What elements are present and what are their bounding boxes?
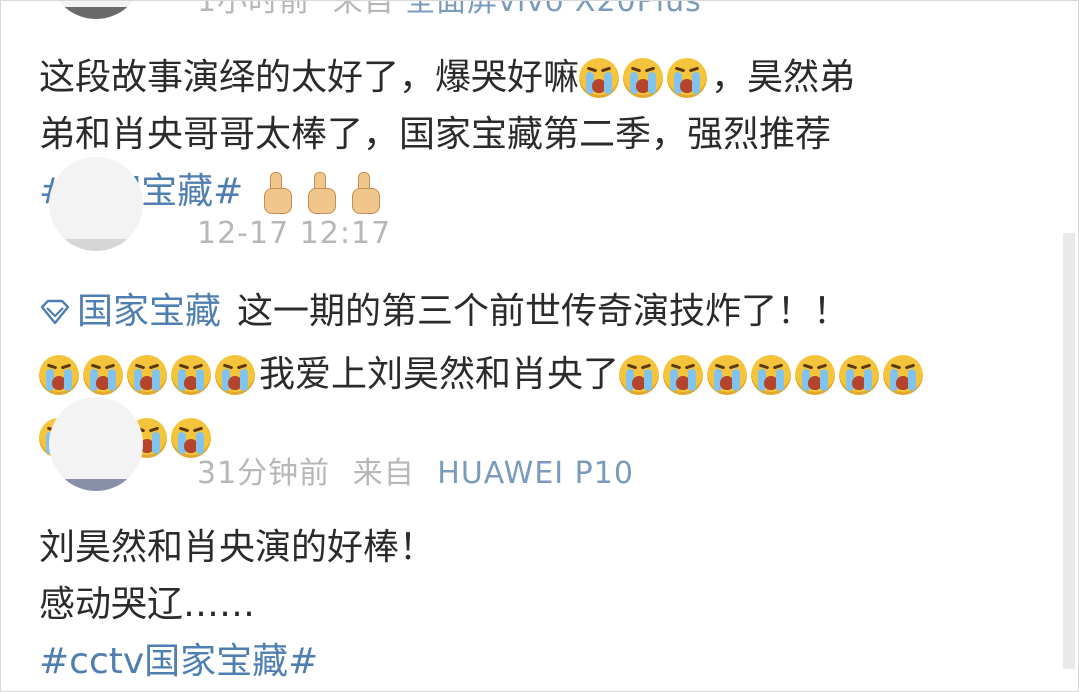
comment-line: 这段故事演绎的太好了，爆哭好嘛 ，昊然弟 bbox=[39, 49, 1039, 106]
comment-text: 这段故事演绎的太好了，爆哭好嘛 bbox=[39, 57, 580, 98]
avatar[interactable] bbox=[49, 157, 143, 251]
cry-emoji bbox=[623, 57, 664, 98]
comment-time: 1小时前 bbox=[197, 0, 311, 19]
topic-tag-label: 国家宝藏 bbox=[77, 291, 222, 332]
cry-emoji bbox=[171, 417, 211, 458]
device-source-link[interactable]: 全面屏vivo X20Plus bbox=[405, 1, 702, 19]
cry-emoji bbox=[579, 57, 620, 98]
comment-line: 弟和肖央哥哥太棒了，国家宝藏第二季，强烈推荐 bbox=[39, 106, 1039, 163]
cry-emoji bbox=[795, 354, 836, 395]
comment-text: 弟和肖央哥哥太棒了，国家宝藏第二季，强烈推荐 bbox=[39, 114, 832, 155]
comment-time: 31分钟前 bbox=[197, 456, 331, 491]
comment-text: 刘昊然和肖央演的好棒！ bbox=[39, 527, 436, 568]
cry-emoji bbox=[663, 354, 704, 395]
comment-text: ，昊然弟 bbox=[711, 57, 856, 98]
topic-tag-link[interactable]: 国家宝藏 bbox=[39, 283, 221, 340]
comment-text: 感动哭辽…… bbox=[39, 584, 256, 625]
comment-meta: 12-17 12:17 bbox=[197, 219, 391, 249]
comment-text: 我爱上刘昊然和肖央了 bbox=[259, 354, 620, 395]
comment-text: 这一期的第三个前世传奇演技炸了！！ bbox=[237, 291, 850, 332]
comment-line: 国家宝藏 这一期的第三个前世传奇演技炸了！！ bbox=[39, 283, 1039, 340]
comment-body: 国家宝藏 这一期的第三个前世传奇演技炸了！！ 我爱上刘昊然和肖央了 bbox=[39, 283, 1039, 466]
cry-emoji bbox=[619, 354, 660, 395]
cry-emoji bbox=[39, 354, 79, 395]
comment-line: 我爱上刘昊然和肖央了 bbox=[39, 346, 1039, 403]
cry-emoji bbox=[127, 354, 167, 395]
comment-line: 感动哭辽…… bbox=[39, 576, 1039, 633]
cry-emoji bbox=[171, 354, 211, 395]
comment-feed: 1小时前 来自 全面屏vivo X20Plus 这段故事演绎的太好了，爆哭好嘛 … bbox=[0, 0, 1079, 692]
avatar[interactable] bbox=[49, 397, 143, 491]
cry-emoji bbox=[667, 57, 708, 98]
cry-emoji bbox=[839, 354, 880, 395]
cry-emoji bbox=[751, 354, 792, 395]
comment-time: 12-17 12:17 bbox=[197, 216, 392, 251]
cry-emoji bbox=[707, 354, 748, 395]
comment-meta: 1小时前 来自 全面屏vivo X20Plus bbox=[197, 0, 702, 19]
comment-line: #cctv国家宝藏# bbox=[39, 633, 1039, 690]
hashtag-link[interactable]: #cctv国家宝藏# bbox=[39, 633, 318, 690]
thumbs-up-emoji bbox=[349, 170, 381, 214]
cry-emoji bbox=[883, 354, 924, 395]
source-prefix: 来自 bbox=[352, 456, 415, 491]
comment-line: 刘昊然和肖央演的好棒！ bbox=[39, 519, 1039, 576]
source-prefix: 来自 bbox=[332, 0, 395, 19]
scrollbar[interactable] bbox=[1063, 233, 1075, 669]
device-source-link[interactable]: HUAWEI P10 bbox=[437, 456, 634, 491]
avatar[interactable] bbox=[49, 1, 143, 19]
cry-emoji bbox=[215, 354, 255, 395]
comment-meta: 31分钟前 来自 HUAWEI P10 bbox=[197, 459, 634, 489]
thumbs-up-emoji bbox=[261, 170, 293, 214]
comment-line: #国家宝藏# bbox=[39, 163, 1039, 220]
diamond-tag-icon bbox=[40, 299, 70, 324]
thumbs-up-emoji bbox=[305, 170, 337, 214]
cry-emoji bbox=[83, 354, 123, 395]
comment-body: 这段故事演绎的太好了，爆哭好嘛 ，昊然弟 弟和肖央哥哥太棒了，国家宝藏第二季，强… bbox=[39, 49, 1039, 220]
comment-body: 刘昊然和肖央演的好棒！ 感动哭辽…… #cctv国家宝藏# bbox=[39, 519, 1039, 690]
